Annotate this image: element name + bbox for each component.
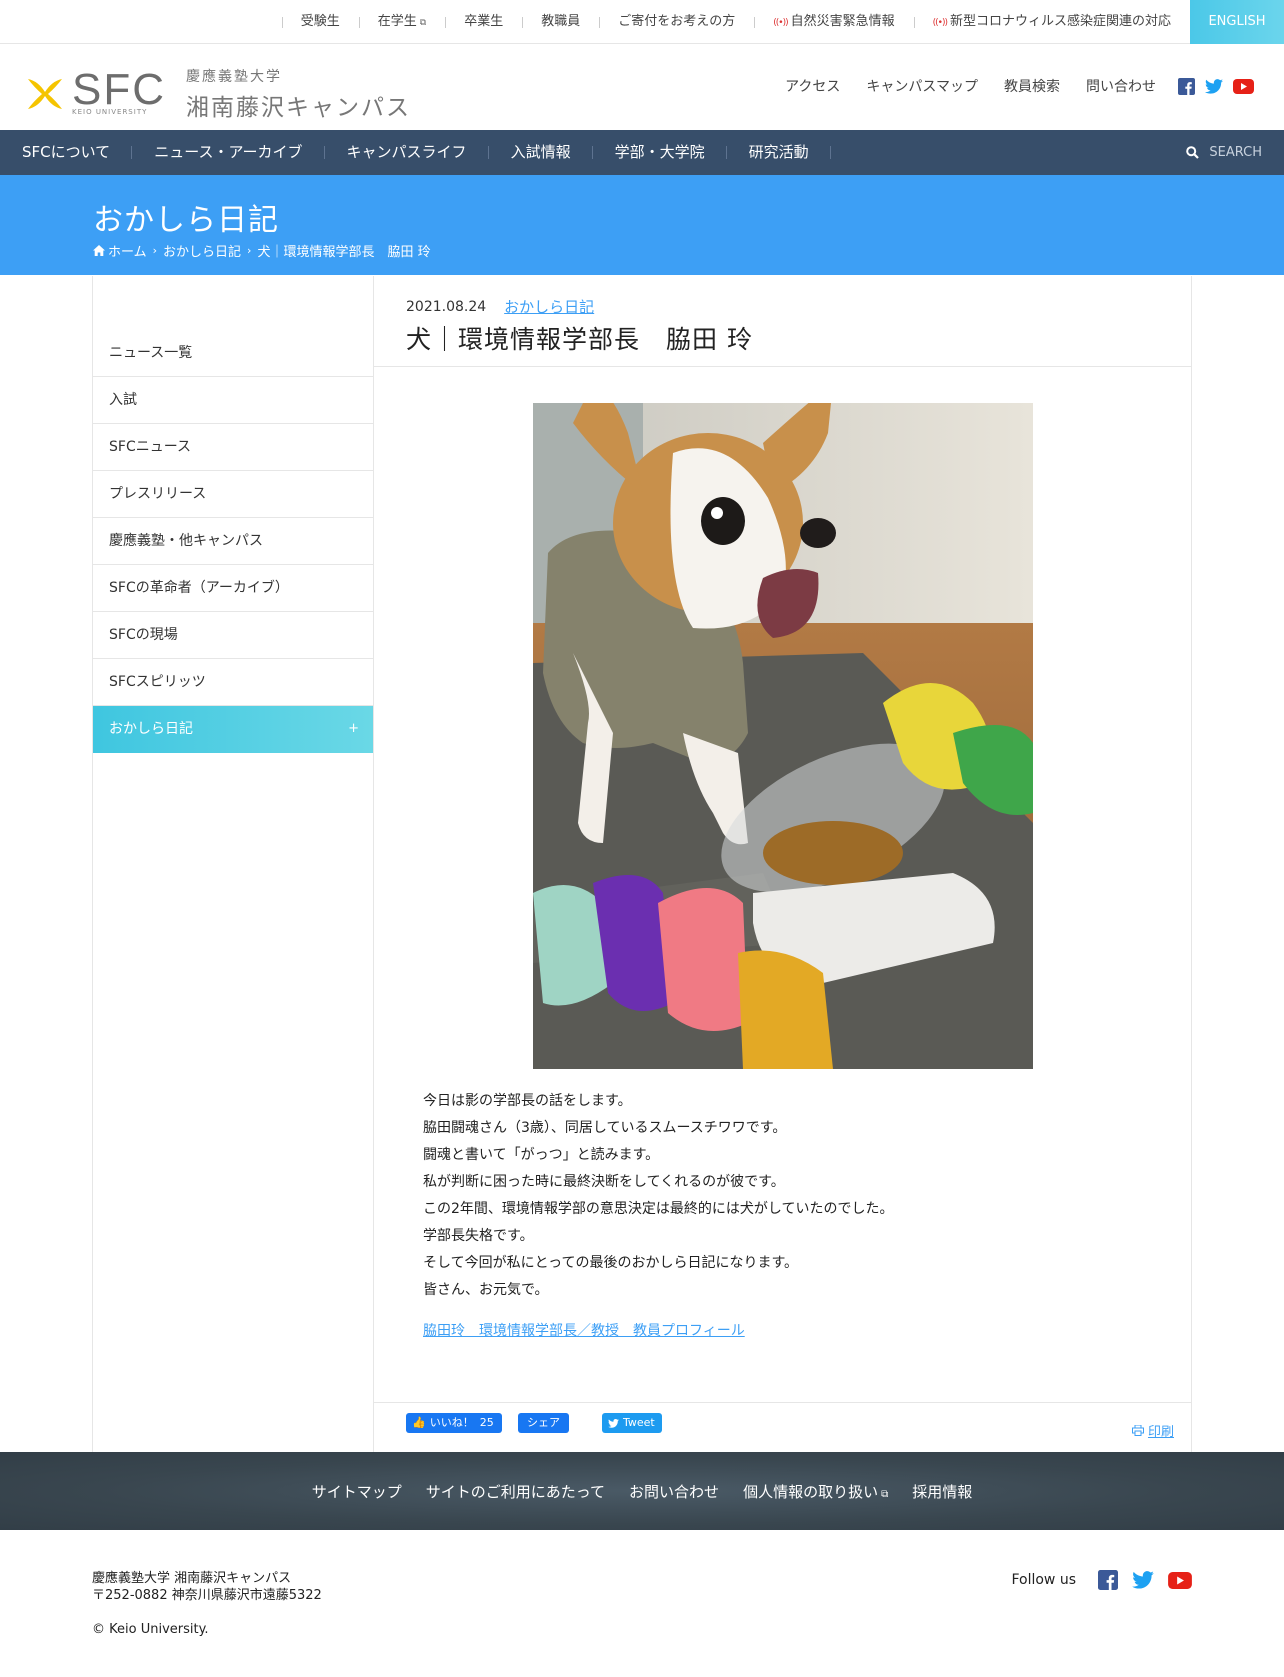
article-body: 今日は影の学部長の話をします。 脇田闘魂さん（3歳）、同居しているスムースチワワ… <box>423 1088 894 1304</box>
utility-link-covid[interactable]: ((•)) 新型コロナウィルス感染症関連の対応 <box>913 0 1190 44</box>
breadcrumb-current: 犬｜環境情報学部長 脇田 玲 <box>257 245 431 260</box>
footer-address: 慶應義塾大学 湘南藤沢キャンパス 〒252-0882 神奈川県藤沢市遠藤5322 <box>92 1571 322 1603</box>
nav-item-news-archive[interactable]: ニュース・アーカイブ <box>132 130 325 175</box>
paragraph: この2年間、環境情報学部の意思決定は最終的には犬がしていたのでした。 <box>423 1201 894 1217</box>
nav-item-campus-life[interactable]: キャンパスライフ <box>325 130 489 175</box>
sidebar-item-genba[interactable]: SFCの現場 <box>93 612 373 659</box>
printer-icon <box>1131 1425 1144 1436</box>
sidebar-item-press-release[interactable]: プレスリリース <box>93 471 373 518</box>
sfc-logo-icon <box>26 75 64 113</box>
alert-icon: ((•)) <box>932 18 948 28</box>
article-title: 犬｜環境情報学部長 脇田 玲 <box>406 325 753 354</box>
nav-item-faculties[interactable]: 学部・大学院 <box>593 130 727 175</box>
paragraph: 闘魂と書いて「がっつ」と読みます。 <box>423 1147 660 1163</box>
main-nav: SFCについて ニュース・アーカイブ キャンパスライフ 入試情報 学部・大学院 … <box>0 130 1284 175</box>
search-label: SEARCH <box>1209 145 1262 160</box>
twitter-icon[interactable] <box>1132 1571 1154 1589</box>
article: 2021.08.24 おかしら日記 犬｜環境情報学部長 脇田 玲 今日は影の学部… <box>374 276 1192 1452</box>
faculty-profile-link[interactable]: 脇田玲 環境情報学部長／教授 教員プロフィール <box>423 1320 745 1340</box>
header-links: アクセス キャンパスマップ 教員検索 問い合わせ <box>759 76 1254 96</box>
sidebar-item-okashira-diary[interactable]: おかしら日記 + <box>93 706 373 753</box>
facebook-like-button[interactable]: 👍 いいね！ 25 <box>406 1413 502 1433</box>
paragraph: 私が判断に困った時に最終決断をしてくれるのが彼です。 <box>423 1174 785 1190</box>
utility-bar: 受験生 在学生 ⧉ 卒業生 教職員 ご寄付をお考えの方 ((•)) 自然災害緊急情報… <box>0 0 1284 44</box>
youtube-icon[interactable] <box>1233 78 1254 94</box>
logo-university: 慶應義塾大学 <box>186 69 282 85</box>
breadcrumb-category[interactable]: おかしら日記 <box>163 241 241 260</box>
youtube-icon[interactable] <box>1168 1571 1192 1589</box>
like-count: 25 <box>479 1416 494 1429</box>
sidebar: ニュース一覧 入試 SFCニュース プレスリリース 慶應義塾・他キャンパス SF… <box>92 276 374 1452</box>
footer-nav: サイトマップ サイトのご利用にあたって お問い合わせ 個人情報の取り扱い ⧉ 採用… <box>0 1452 1284 1530</box>
sidebar-item-revolutionaries[interactable]: SFCの革命者（アーカイブ） <box>93 565 373 612</box>
header-link-contact[interactable]: 問い合わせ <box>1086 76 1156 96</box>
copyright: © Keio University. <box>92 1622 209 1637</box>
twitter-icon[interactable] <box>1205 78 1223 94</box>
footer-link-sitemap[interactable]: サイトマップ <box>312 1481 402 1502</box>
nav-item-about[interactable]: SFCについて <box>0 130 133 175</box>
article-date: 2021.08.24 <box>406 298 487 315</box>
header-link-faculty-search[interactable]: 教員検索 <box>1004 76 1060 96</box>
footer-link-contact[interactable]: お問い合わせ <box>629 1481 719 1502</box>
utility-link-students[interactable]: 在学生 ⧉ <box>358 0 445 44</box>
paragraph: 皆さん、お元気で。 <box>423 1282 549 1298</box>
utility-link-donation[interactable]: ご寄付をお考えの方 <box>599 0 754 44</box>
footer-link-terms[interactable]: サイトのご利用にあたって <box>426 1481 605 1502</box>
sidebar-item-other-campuses[interactable]: 慶應義塾・他キャンパス <box>93 518 373 565</box>
facebook-icon[interactable] <box>1178 77 1195 95</box>
facebook-share-button[interactable]: シェア <box>518 1413 569 1433</box>
sidebar-item-spirits[interactable]: SFCスピリッツ <box>93 659 373 706</box>
utility-links: 受験生 在学生 ⧉ 卒業生 教職員 ご寄付をお考えの方 ((•)) 自然災害緊急情報… <box>281 0 1190 44</box>
paragraph: 今日は影の学部長の話をします。 <box>423 1093 632 1109</box>
article-photo <box>533 403 1033 1069</box>
site-header: SFC KEIO UNIVERSITY 慶應義塾大学 湘南藤沢キャンパス アクセ… <box>0 44 1284 130</box>
site-logo[interactable]: SFC KEIO UNIVERSITY 慶應義塾大学 湘南藤沢キャンパス <box>26 66 411 122</box>
follow-us-label: Follow us <box>1011 1572 1076 1588</box>
divider <box>374 366 1191 367</box>
plus-icon: + <box>348 721 359 736</box>
sidebar-item-admissions[interactable]: 入試 <box>93 377 373 424</box>
sidebar-item-news-list[interactable]: ニュース一覧 <box>93 330 373 377</box>
utility-link-disaster[interactable]: ((•)) 自然災害緊急情報 <box>754 0 913 44</box>
utility-link-faculty[interactable]: 教職員 <box>522 0 599 44</box>
search-icon <box>1186 146 1200 159</box>
paragraph: 学部長失格です。 <box>423 1228 534 1244</box>
external-link-icon: ⧉ <box>881 1488 889 1500</box>
chevron-right-icon: › <box>247 244 252 257</box>
alert-icon: ((•)) <box>773 18 788 28</box>
nav-item-research[interactable]: 研究活動 <box>727 130 831 175</box>
header-link-access[interactable]: アクセス <box>785 76 840 96</box>
print-button[interactable]: 印刷 <box>1131 1421 1174 1440</box>
header-link-campus-map[interactable]: キャンパスマップ <box>866 76 978 96</box>
page-title: おかしら日記 <box>93 203 279 238</box>
follow-us: Follow us <box>1011 1570 1192 1590</box>
share-bar: 👍 いいね！ 25 シェア Tweet 印刷 <box>374 1402 1191 1452</box>
footer-link-recruit[interactable]: 採用情報 <box>912 1481 972 1502</box>
nav-item-admissions[interactable]: 入試情報 <box>489 130 593 175</box>
breadcrumb: ホーム › おかしら日記 › 犬｜環境情報学部長 脇田 玲 <box>93 241 431 260</box>
facebook-icon[interactable] <box>1098 1570 1118 1590</box>
twitter-icon <box>608 1418 619 1428</box>
article-category-link[interactable]: おかしら日記 <box>504 296 594 317</box>
paragraph: 脇田闘魂さん（3歳）、同居しているスムースチワワです。 <box>423 1120 787 1136</box>
logo-wordmark: SFC <box>72 65 166 114</box>
tweet-button[interactable]: Tweet <box>602 1413 662 1433</box>
external-link-icon: ⧉ <box>419 18 427 28</box>
search-button[interactable]: SEARCH <box>1186 130 1262 175</box>
thumbs-up-icon: 👍 <box>412 1416 426 1429</box>
home-icon <box>93 245 105 256</box>
article-meta: 2021.08.24 おかしら日記 <box>406 296 594 317</box>
page-header: おかしら日記 ホーム › おかしら日記 › 犬｜環境情報学部長 脇田 玲 <box>0 175 1284 275</box>
sidebar-item-sfc-news[interactable]: SFCニュース <box>93 424 373 471</box>
utility-link-alumni[interactable]: 卒業生 <box>445 0 522 44</box>
logo-campus: 湘南藤沢キャンパス <box>186 95 411 121</box>
chevron-right-icon: › <box>152 244 158 257</box>
breadcrumb-home[interactable]: ホーム <box>108 241 147 260</box>
site-footer: 慶應義塾大学 湘南藤沢キャンパス 〒252-0882 神奈川県藤沢市遠藤5322… <box>0 1530 1284 1677</box>
footer-link-privacy[interactable]: 個人情報の取り扱い ⧉ <box>743 1481 888 1502</box>
paragraph: そして今回が私にとっての最後のおかしら日記になります。 <box>423 1255 799 1271</box>
english-button[interactable]: ENGLISH <box>1190 0 1284 44</box>
utility-link-applicants[interactable]: 受験生 <box>281 0 359 44</box>
